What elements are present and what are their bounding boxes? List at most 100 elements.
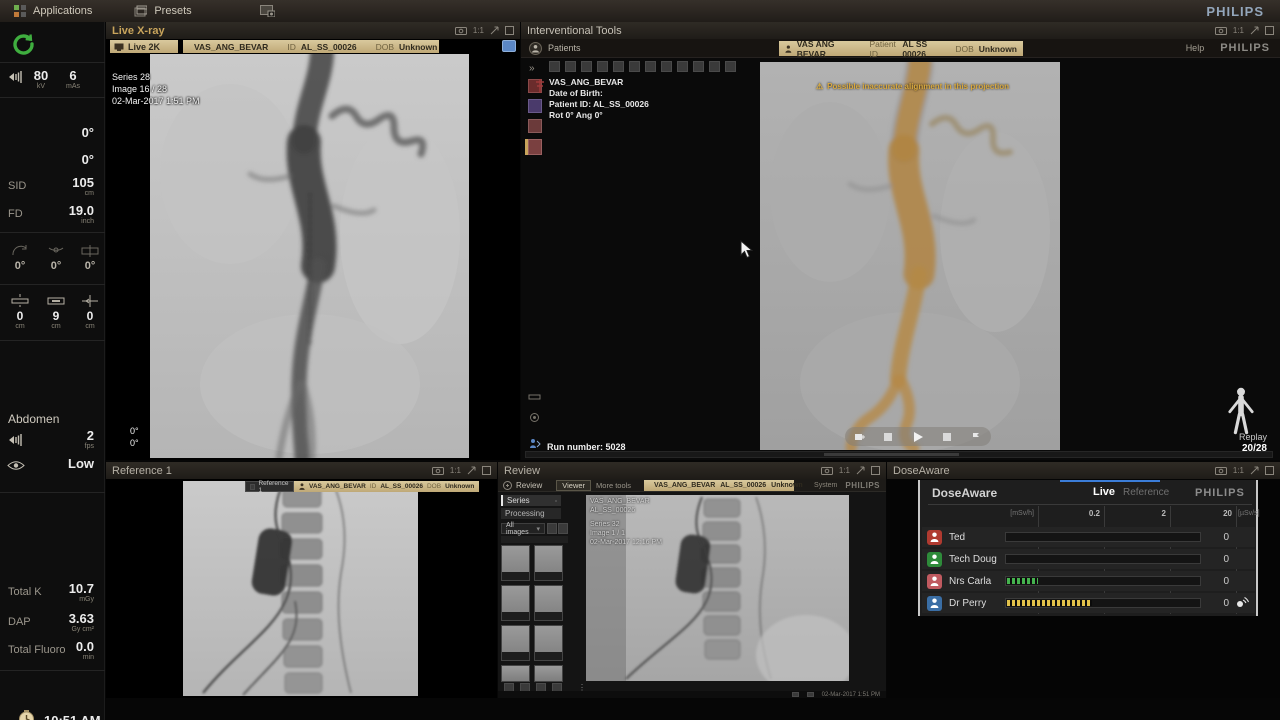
patients-button[interactable]: Patients bbox=[529, 42, 581, 55]
maximize-icon[interactable] bbox=[871, 466, 880, 475]
one-to-one-button[interactable]: 1:1 bbox=[1233, 26, 1244, 35]
maximize-icon[interactable] bbox=[1265, 466, 1274, 475]
toolbar-icon-6[interactable] bbox=[629, 61, 640, 72]
dose-level-value[interactable]: Low bbox=[68, 456, 94, 471]
presets-button[interactable]: Presets bbox=[134, 5, 191, 17]
toolbar-icon-2[interactable] bbox=[565, 61, 576, 72]
review-patient-banner[interactable]: VAS_ANG_BEVAR AL_SS_00026 Unknown bbox=[644, 480, 794, 491]
series-thumbnail[interactable] bbox=[534, 585, 563, 621]
snapshot-icon[interactable] bbox=[455, 26, 467, 35]
series-thumbnail[interactable] bbox=[501, 665, 530, 682]
frame-scrollbar-thumb[interactable] bbox=[824, 453, 958, 456]
one-to-one-button[interactable]: 1:1 bbox=[450, 466, 461, 475]
doseaware-tab-reference[interactable]: Reference bbox=[1123, 487, 1169, 498]
restore-icon[interactable] bbox=[490, 26, 499, 35]
tool-icon-table[interactable] bbox=[528, 391, 541, 404]
patient-icon bbox=[299, 483, 305, 490]
toolbar-icon-10[interactable] bbox=[693, 61, 704, 72]
reference-tab[interactable]: Reference 1 bbox=[245, 481, 294, 492]
flag-icon[interactable] bbox=[971, 432, 982, 442]
series-thumbnail[interactable] bbox=[501, 545, 530, 581]
dose-row-nrs-carla[interactable]: Nrs Carla 0 bbox=[922, 571, 1255, 591]
toolbar-icon-8[interactable] bbox=[661, 61, 672, 72]
series-thumbnail[interactable] bbox=[534, 625, 563, 661]
toolbar-icon-12[interactable] bbox=[725, 61, 736, 72]
snapshot-icon[interactable] bbox=[1215, 26, 1227, 35]
restore-icon[interactable] bbox=[1250, 466, 1259, 475]
series-thumbnail[interactable] bbox=[534, 545, 563, 581]
toolbar-icon-9[interactable] bbox=[677, 61, 688, 72]
protocol-name[interactable]: Abdomen bbox=[8, 412, 59, 426]
toolbar-icon-7[interactable] bbox=[645, 61, 656, 72]
toolbar-icon-4[interactable] bbox=[597, 61, 608, 72]
help-button[interactable]: Help bbox=[1186, 43, 1205, 53]
reference-titlebar[interactable]: Reference 1 1:1 bbox=[106, 462, 497, 479]
series-thumbnail[interactable] bbox=[501, 585, 530, 621]
next-frame-icon[interactable] bbox=[942, 432, 953, 442]
tab-more-tools[interactable]: More tools bbox=[591, 480, 636, 491]
reference-patient-banner[interactable]: VAS_ANG_BEVAR ID AL_SS_00026 DOB Unknown bbox=[294, 481, 479, 492]
dose-level-eye-icon bbox=[7, 460, 25, 471]
restore-icon[interactable] bbox=[467, 466, 476, 475]
maximize-icon[interactable] bbox=[1265, 26, 1274, 35]
series-thumbnail[interactable] bbox=[534, 665, 563, 682]
applications-button[interactable]: Applications bbox=[14, 5, 92, 17]
series-thumbnail[interactable] bbox=[501, 625, 530, 661]
dose-row-dr-perry[interactable]: Dr Perry 0 bbox=[922, 593, 1255, 613]
one-to-one-button[interactable]: 1:1 bbox=[1233, 466, 1244, 475]
filter-button-1[interactable] bbox=[547, 523, 557, 534]
toolbar-icon-3[interactable] bbox=[581, 61, 592, 72]
tab-viewer[interactable]: Viewer bbox=[556, 480, 591, 491]
dosimeter-sensor-icon[interactable] bbox=[1235, 597, 1249, 609]
add-bookmark-icon[interactable] bbox=[854, 432, 865, 442]
snapshot-icon[interactable] bbox=[1215, 466, 1227, 475]
live-xray-titlebar[interactable]: Live X-ray 1:1 bbox=[106, 22, 520, 39]
frame-scrollbar[interactable] bbox=[525, 451, 1273, 458]
sidebar-expand-chevrons[interactable]: » bbox=[529, 63, 535, 74]
restore-icon[interactable] bbox=[1250, 26, 1259, 35]
toolbar-icon-5[interactable] bbox=[613, 61, 624, 72]
review-titlebar[interactable]: Review 1:1 bbox=[498, 462, 886, 479]
restore-icon[interactable] bbox=[856, 466, 865, 475]
system-menu[interactable]: System bbox=[814, 482, 837, 489]
doseaware-tab-live[interactable]: Live bbox=[1093, 486, 1115, 498]
previous-frame-icon[interactable] bbox=[883, 432, 894, 442]
one-to-one-button[interactable]: 1:1 bbox=[839, 466, 850, 475]
snapshot-tool-button[interactable] bbox=[260, 5, 275, 17]
live-xray-image[interactable] bbox=[150, 54, 469, 458]
reference-image[interactable]: Reference 1 VAS_ANG_BEVAR ID AL_SS_00026… bbox=[183, 481, 418, 696]
tool-icon-operator[interactable] bbox=[528, 437, 541, 450]
interventional-titlebar[interactable]: Interventional Tools 1:1 bbox=[521, 22, 1280, 39]
snapshot-icon[interactable] bbox=[432, 466, 444, 475]
live-patient-banner[interactable]: VAS_ANG_BEVAR ID AL_SS_00026 DOB Unknown bbox=[183, 40, 439, 53]
tool-icon-overlay-active[interactable] bbox=[528, 139, 542, 155]
one-to-one-button[interactable]: 1:1 bbox=[473, 26, 484, 35]
image-filter-dropdown[interactable]: All images▾ bbox=[501, 523, 545, 534]
doseaware-titlebar[interactable]: DoseAware 1:1 bbox=[887, 462, 1280, 479]
tool-icon-roadmap[interactable] bbox=[528, 119, 542, 133]
interventional-patient-banner[interactable]: VAS ANG BEVAR Patient ID AL SS 00026 DOB… bbox=[779, 41, 1023, 56]
maximize-icon[interactable] bbox=[505, 26, 514, 35]
toolbar-icon-1[interactable] bbox=[549, 61, 560, 72]
review-app-button[interactable]: Review bbox=[503, 481, 542, 490]
filter-button-2[interactable] bbox=[558, 523, 568, 534]
live-2k-tab[interactable]: Live 2K bbox=[110, 40, 178, 53]
dose-row-tech-doug[interactable]: Tech Doug 0 bbox=[922, 549, 1255, 569]
snapshot-icon[interactable] bbox=[821, 466, 833, 475]
toolbar-icon-11[interactable] bbox=[709, 61, 720, 72]
system-time: 10:51 AM bbox=[44, 713, 101, 720]
exam-info-block: VAS_ANG_BEVAR Date of Birth: Patient ID:… bbox=[549, 77, 649, 121]
tab-more-tools-label: More tools bbox=[596, 481, 631, 490]
play-icon[interactable] bbox=[911, 431, 924, 443]
dose-row-ted[interactable]: Ted 0 bbox=[922, 527, 1255, 547]
interventional-panel: Patients VAS ANG BEVAR Patient ID AL SS … bbox=[521, 39, 1280, 460]
tool-icon-settings[interactable] bbox=[528, 411, 541, 424]
clock-icon bbox=[18, 710, 35, 720]
interventional-image[interactable]: ⚠ Possible inaccurate alignment in this … bbox=[760, 62, 1060, 450]
transfer-monitor-icon[interactable] bbox=[502, 40, 516, 52]
fps-value: 2 bbox=[85, 428, 94, 443]
series-section-button[interactable]: Series bbox=[501, 495, 561, 506]
processing-section-button[interactable]: Processing bbox=[501, 508, 561, 519]
maximize-icon[interactable] bbox=[482, 466, 491, 475]
tool-icon-3d[interactable] bbox=[528, 99, 542, 113]
